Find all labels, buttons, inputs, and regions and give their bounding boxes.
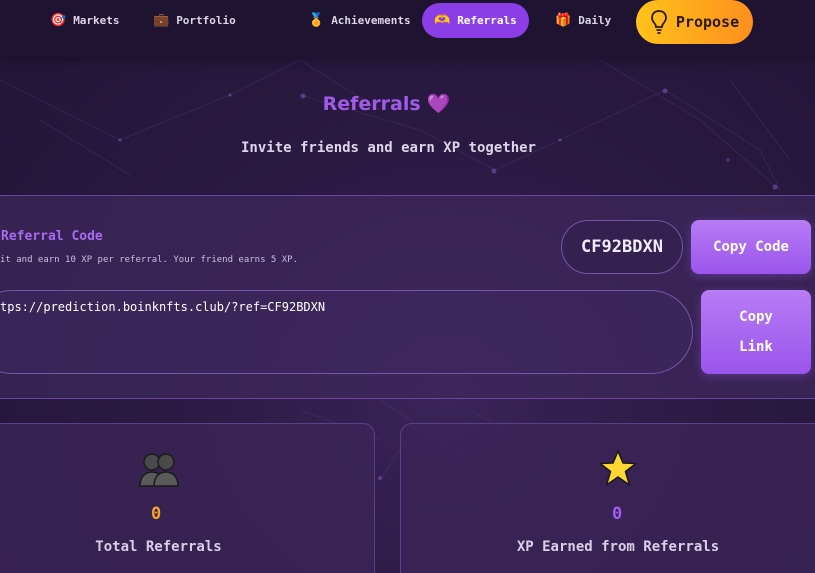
- target-icon: 🎯: [50, 13, 67, 28]
- referral-code-display: CF92BDXN: [561, 220, 683, 274]
- medal-icon: 🏅: [308, 13, 325, 28]
- propose-button[interactable]: Propose: [636, 0, 753, 44]
- referral-description: it and earn 10 XP per referral. Your fri…: [0, 255, 299, 265]
- page-title-text: Referrals: [322, 92, 421, 115]
- nav-item-label: Portfolio: [176, 14, 236, 27]
- nav-item-achievements[interactable]: 🏅 Achievements: [296, 3, 423, 38]
- copy-link-label-line2: Link: [739, 339, 773, 355]
- stat-value-total-referrals: 0: [151, 504, 162, 524]
- propose-label: Propose: [675, 13, 740, 31]
- top-navigation: 🎯 Markets 💼 Portfolio 🏅 Achievements 🫶 R…: [0, 0, 815, 57]
- star-icon: [599, 450, 637, 486]
- referral-link-text: tps://prediction.boinknfts.club/?ref=CF9…: [0, 300, 326, 314]
- nav-item-daily[interactable]: 🎁 Daily: [543, 3, 623, 38]
- heart-icon: 💜: [426, 93, 451, 115]
- copy-code-button[interactable]: Copy Code: [691, 220, 811, 274]
- lightbulb-icon: [650, 10, 667, 34]
- stat-value-xp-earned: 0: [612, 504, 623, 524]
- page-subtitle: Invite friends and earn XP together: [240, 140, 536, 156]
- referral-code-label: Referral Code: [1, 229, 103, 244]
- copy-link-button[interactable]: Copy Link: [701, 290, 811, 374]
- stat-label-total-referrals: Total Referrals: [95, 539, 222, 555]
- nav-item-portfolio[interactable]: 💼 Portfolio: [141, 3, 248, 38]
- page-title: Referrals 💜: [0, 92, 773, 116]
- nav-item-label: Achievements: [331, 14, 411, 27]
- stat-card-xp-earned: 0 XP Earned from Referrals: [400, 423, 815, 573]
- people-icon: [139, 453, 179, 487]
- nav-item-referrals[interactable]: 🫶 Referrals: [422, 3, 529, 38]
- heart-hands-icon: 🫶: [434, 13, 451, 28]
- nav-item-label: Markets: [73, 14, 120, 27]
- briefcase-icon: 💼: [153, 13, 170, 28]
- nav-item-label: Daily: [578, 14, 612, 27]
- gift-icon: 🎁: [555, 13, 572, 28]
- stat-card-total-referrals: 0 Total Referrals: [0, 423, 375, 573]
- copy-link-label-line1: Copy: [739, 309, 773, 325]
- nav-item-markets[interactable]: 🎯 Markets: [38, 3, 132, 38]
- stat-label-xp-earned: XP Earned from Referrals: [516, 539, 720, 555]
- nav-item-label: Referrals: [457, 14, 517, 27]
